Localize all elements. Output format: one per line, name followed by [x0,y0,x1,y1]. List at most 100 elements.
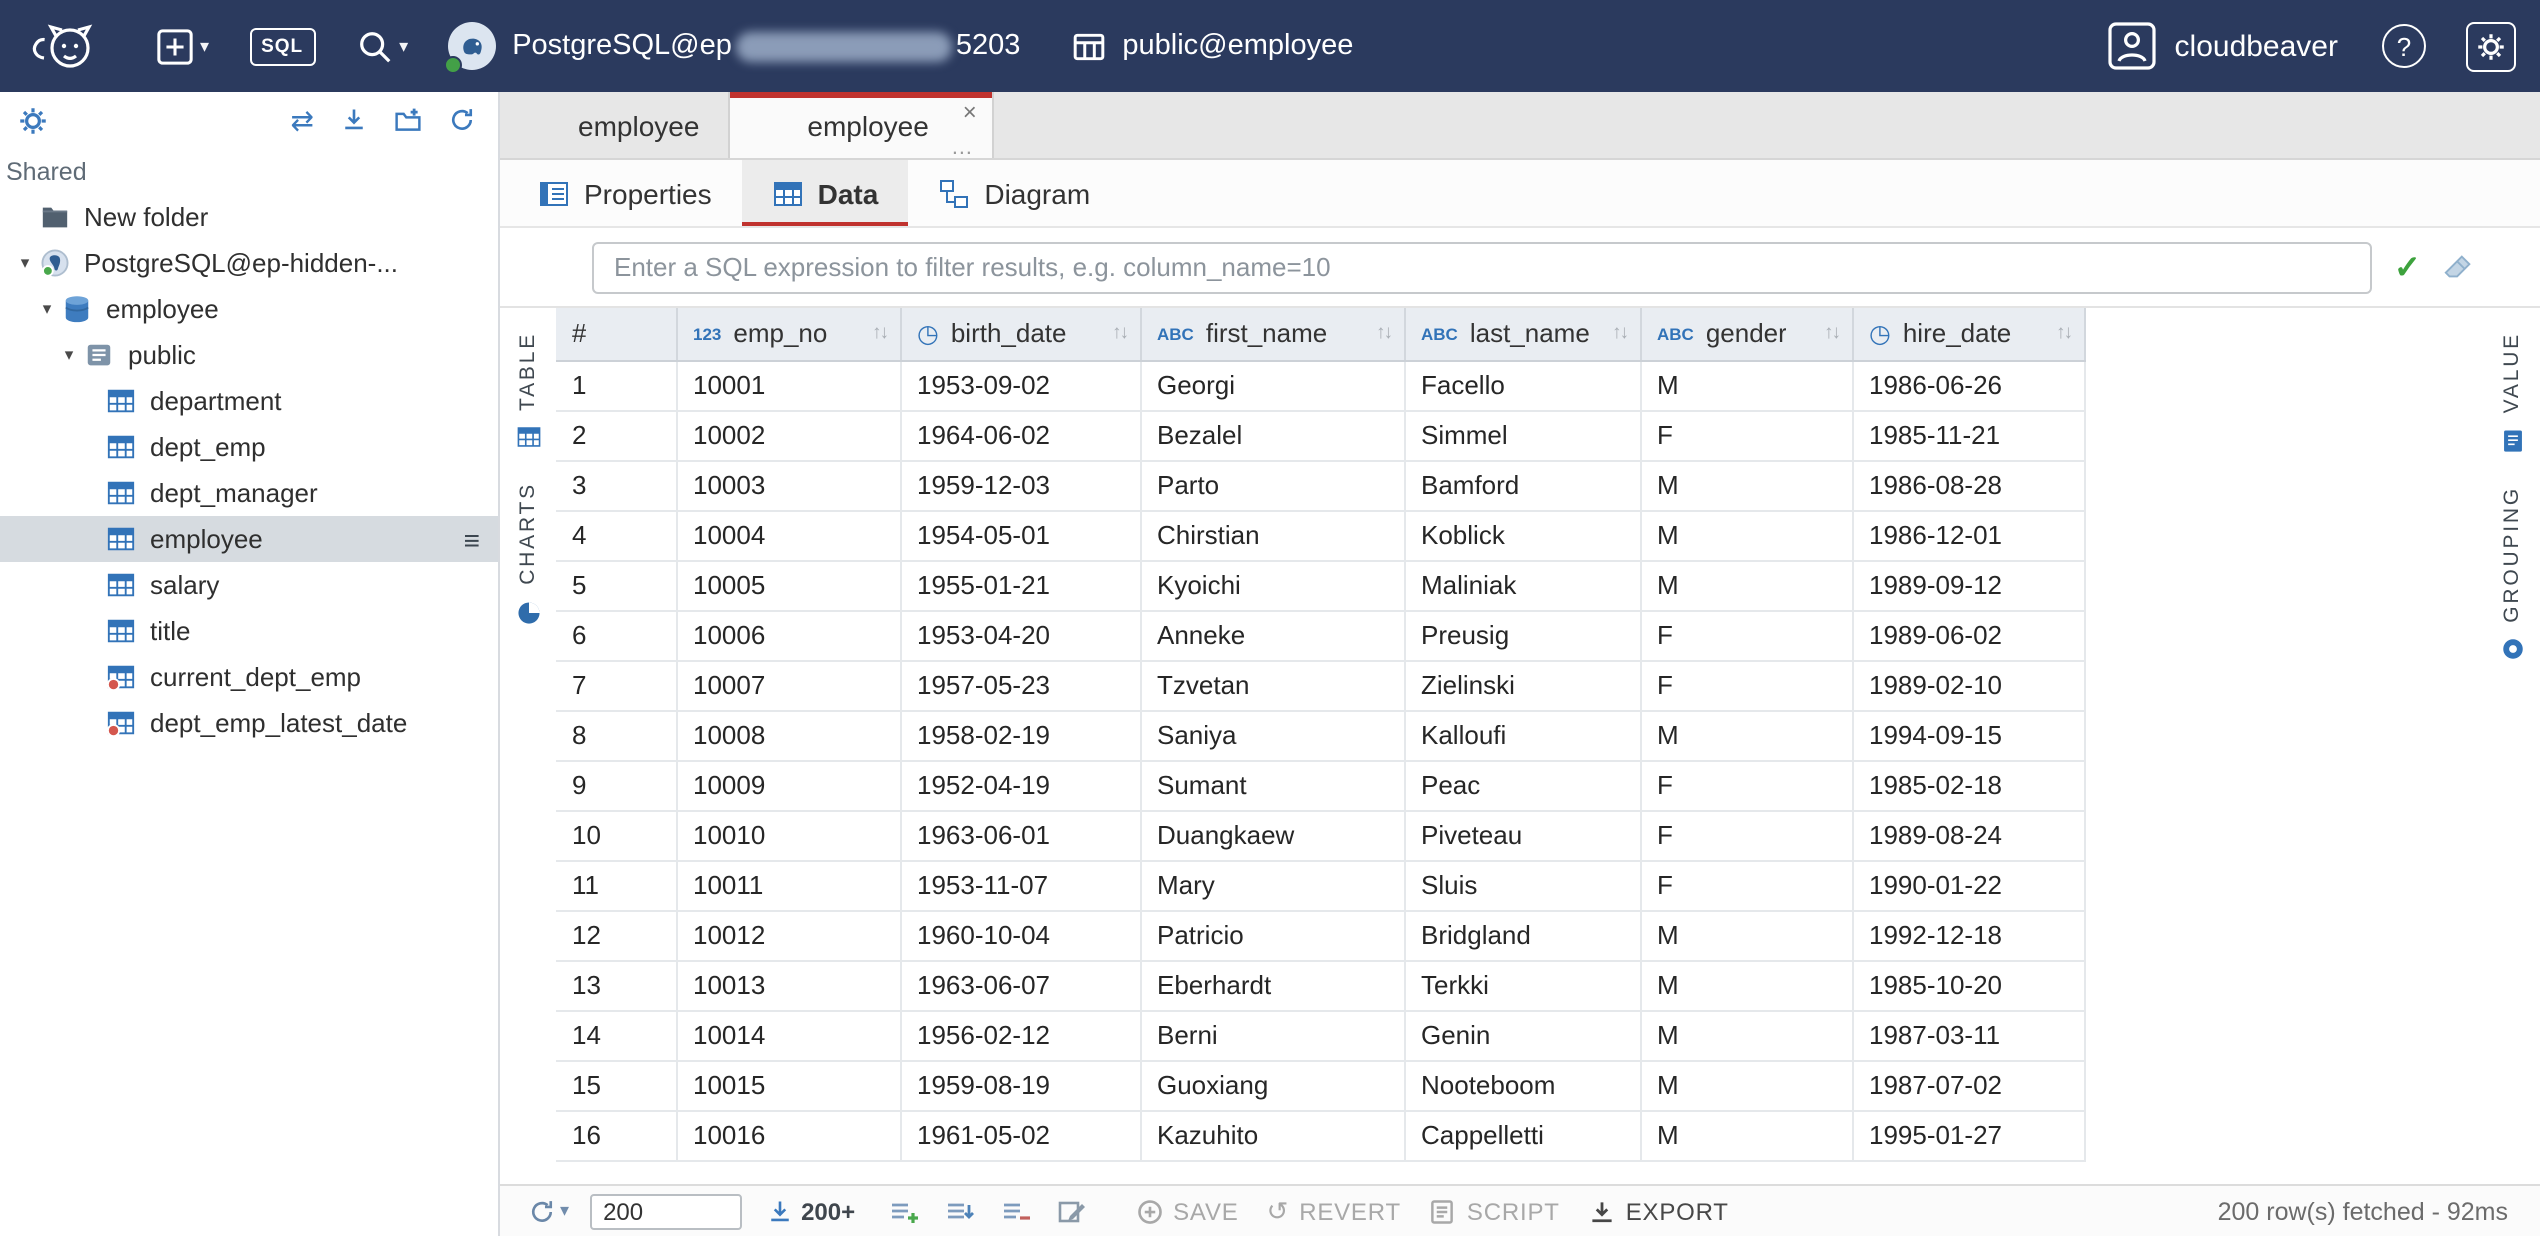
cell-gender[interactable]: M [1640,910,1852,960]
table-row[interactable]: 7 10007 1957-05-23 Tzvetan Zielinski F 1… [556,660,2084,710]
cell-gender[interactable]: M [1640,1060,1852,1110]
table-row[interactable]: 2 10002 1964-06-02 Bezalel Simmel F 1985… [556,410,2084,460]
open-sql-editor-button[interactable]: SQL [249,27,315,65]
tree-item[interactable]: department ≡ [0,378,498,424]
cell-emp-no[interactable]: 10005 [676,560,900,610]
new-object-button[interactable]: ▾ [156,27,209,65]
cell-first-name[interactable]: Guoxiang [1140,1060,1404,1110]
apply-filter-icon[interactable]: ✓ [2394,247,2421,287]
presentation-tab-table[interactable]: TABLE [515,332,541,451]
table-row[interactable]: 4 10004 1954-05-01 Chirstian Koblick M 1… [556,510,2084,560]
table-row[interactable]: 8 10008 1958-02-19 Saniya Kalloufi M 199… [556,710,2084,760]
cell-birth-date[interactable]: 1964-06-02 [900,410,1140,460]
table-row[interactable]: 3 10003 1959-12-03 Parto Bamford M 1986-… [556,460,2084,510]
panel-tab-value[interactable]: VALUE [2499,332,2525,453]
tree-item[interactable]: ▾ public ≡ [0,332,498,378]
cloudbeaver-logo[interactable] [24,16,112,76]
editor-tab[interactable]: employee × … [729,92,994,158]
row-number-cell[interactable]: 15 [556,1060,676,1110]
cell-last-name[interactable]: Cappelletti [1404,1110,1640,1160]
table-row[interactable]: 1 10001 1953-09-02 Georgi Facello M 1986… [556,360,2084,410]
row-number-cell[interactable]: 2 [556,410,676,460]
cell-birth-date[interactable]: 1953-04-20 [900,610,1140,660]
row-number-cell[interactable]: 10 [556,810,676,860]
connection-selector[interactable]: PostgreSQL@ep5203 [448,22,1020,70]
expand-chevron-icon[interactable]: ▾ [56,344,82,366]
sort-icon[interactable]: ↑↓ [1376,323,1391,345]
cell-gender[interactable]: M [1640,960,1852,1010]
sort-icon[interactable]: ↑↓ [1824,323,1839,345]
cell-birth-date[interactable]: 1954-05-01 [900,510,1140,560]
cell-birth-date[interactable]: 1959-08-19 [900,1060,1140,1110]
cell-last-name[interactable]: Sluis [1404,860,1640,910]
cell-emp-no[interactable]: 10008 [676,710,900,760]
table-row[interactable]: 15 10015 1959-08-19 Guoxiang Nooteboom M… [556,1060,2084,1110]
cell-last-name[interactable]: Facello [1404,360,1640,410]
tab-menu-dots-icon[interactable]: … [951,136,975,160]
cell-gender[interactable]: F [1640,810,1852,860]
footer-action-button[interactable]: ↺ SCRIPT [1429,1197,1560,1225]
row-number-cell[interactable]: 7 [556,660,676,710]
cell-last-name[interactable]: Genin [1404,1010,1640,1060]
cell-hire-date[interactable]: 1986-08-28 [1852,460,2084,510]
user-menu[interactable]: cloudbeaver [2109,22,2338,70]
cell-hire-date[interactable]: 1986-06-26 [1852,360,2084,410]
column-header[interactable]: ABC last_name ↑↓ [1404,308,1640,360]
presentation-tab-charts[interactable]: CHARTS [515,483,541,626]
cell-emp-no[interactable]: 10016 [676,1110,900,1160]
collapse-all-button[interactable] [340,106,368,134]
duplicate-row-icon[interactable] [939,1193,979,1229]
cell-gender[interactable]: F [1640,610,1852,660]
cell-emp-no[interactable]: 10010 [676,810,900,860]
cell-last-name[interactable]: Piveteau [1404,810,1640,860]
cell-birth-date[interactable]: 1957-05-23 [900,660,1140,710]
cell-first-name[interactable]: Parto [1140,460,1404,510]
clear-filter-icon[interactable] [2443,250,2477,284]
cell-hire-date[interactable]: 1987-03-11 [1852,1010,2084,1060]
table-row[interactable]: 14 10014 1956-02-12 Berni Genin M 1987-0… [556,1010,2084,1060]
cell-birth-date[interactable]: 1953-11-07 [900,860,1140,910]
cell-emp-no[interactable]: 10007 [676,660,900,710]
cell-birth-date[interactable]: 1961-05-02 [900,1110,1140,1160]
cell-hire-date[interactable]: 1989-02-10 [1852,660,2084,710]
item-menu-icon[interactable]: ≡ [464,523,480,555]
close-icon[interactable]: × [963,98,977,126]
cell-last-name[interactable]: Bamford [1404,460,1640,510]
footer-action-button[interactable]: ↺ SAVE [1135,1197,1238,1225]
cell-birth-date[interactable]: 1963-06-07 [900,960,1140,1010]
delete-row-icon[interactable] [995,1193,1035,1229]
row-number-cell[interactable]: 1 [556,360,676,410]
cell-gender[interactable]: M [1640,360,1852,410]
cell-first-name[interactable]: Saniya [1140,710,1404,760]
column-header[interactable]: ABC first_name ↑↓ [1140,308,1404,360]
cell-last-name[interactable]: Bridgland [1404,910,1640,960]
cell-gender[interactable]: F [1640,760,1852,810]
table-row[interactable]: 9 10009 1952-04-19 Sumant Peac F 1985-02… [556,760,2084,810]
cell-gender[interactable]: F [1640,410,1852,460]
sort-icon[interactable]: ↑↓ [872,323,887,345]
tree-item[interactable]: salary ≡ [0,562,498,608]
cell-birth-date[interactable]: 1958-02-19 [900,710,1140,760]
fetch-size-input[interactable] [589,1193,741,1229]
column-header[interactable]: # ↑↓ [556,308,676,360]
cell-birth-date[interactable]: 1959-12-03 [900,460,1140,510]
cell-hire-date[interactable]: 1985-10-20 [1852,960,2084,1010]
cell-first-name[interactable]: Mary [1140,860,1404,910]
row-number-cell[interactable]: 14 [556,1010,676,1060]
cell-first-name[interactable]: Kyoichi [1140,560,1404,610]
navigator-settings-button[interactable] [18,105,48,135]
table-row[interactable]: 16 10016 1961-05-02 Kazuhito Cappelletti… [556,1110,2084,1160]
refresh-tree-button[interactable] [448,106,476,134]
cell-hire-date[interactable]: 1985-11-21 [1852,410,2084,460]
column-header[interactable]: 123 emp_no ↑↓ [676,308,900,360]
cell-first-name[interactable]: Duangkaew [1140,810,1404,860]
tree-item[interactable]: ▾ PostgreSQL@ep-hidden-... ≡ [0,240,498,286]
panel-tab-grouping[interactable]: GROUPING [2499,485,2525,662]
table-row[interactable]: 11 10011 1953-11-07 Mary Sluis F 1990-01… [556,860,2084,910]
subtab[interactable]: Diagram [908,160,1120,226]
cell-birth-date[interactable]: 1960-10-04 [900,910,1140,960]
cell-gender[interactable]: F [1640,860,1852,910]
cell-last-name[interactable]: Kalloufi [1404,710,1640,760]
tree-item[interactable]: current_dept_emp ≡ [0,654,498,700]
row-number-cell[interactable]: 3 [556,460,676,510]
